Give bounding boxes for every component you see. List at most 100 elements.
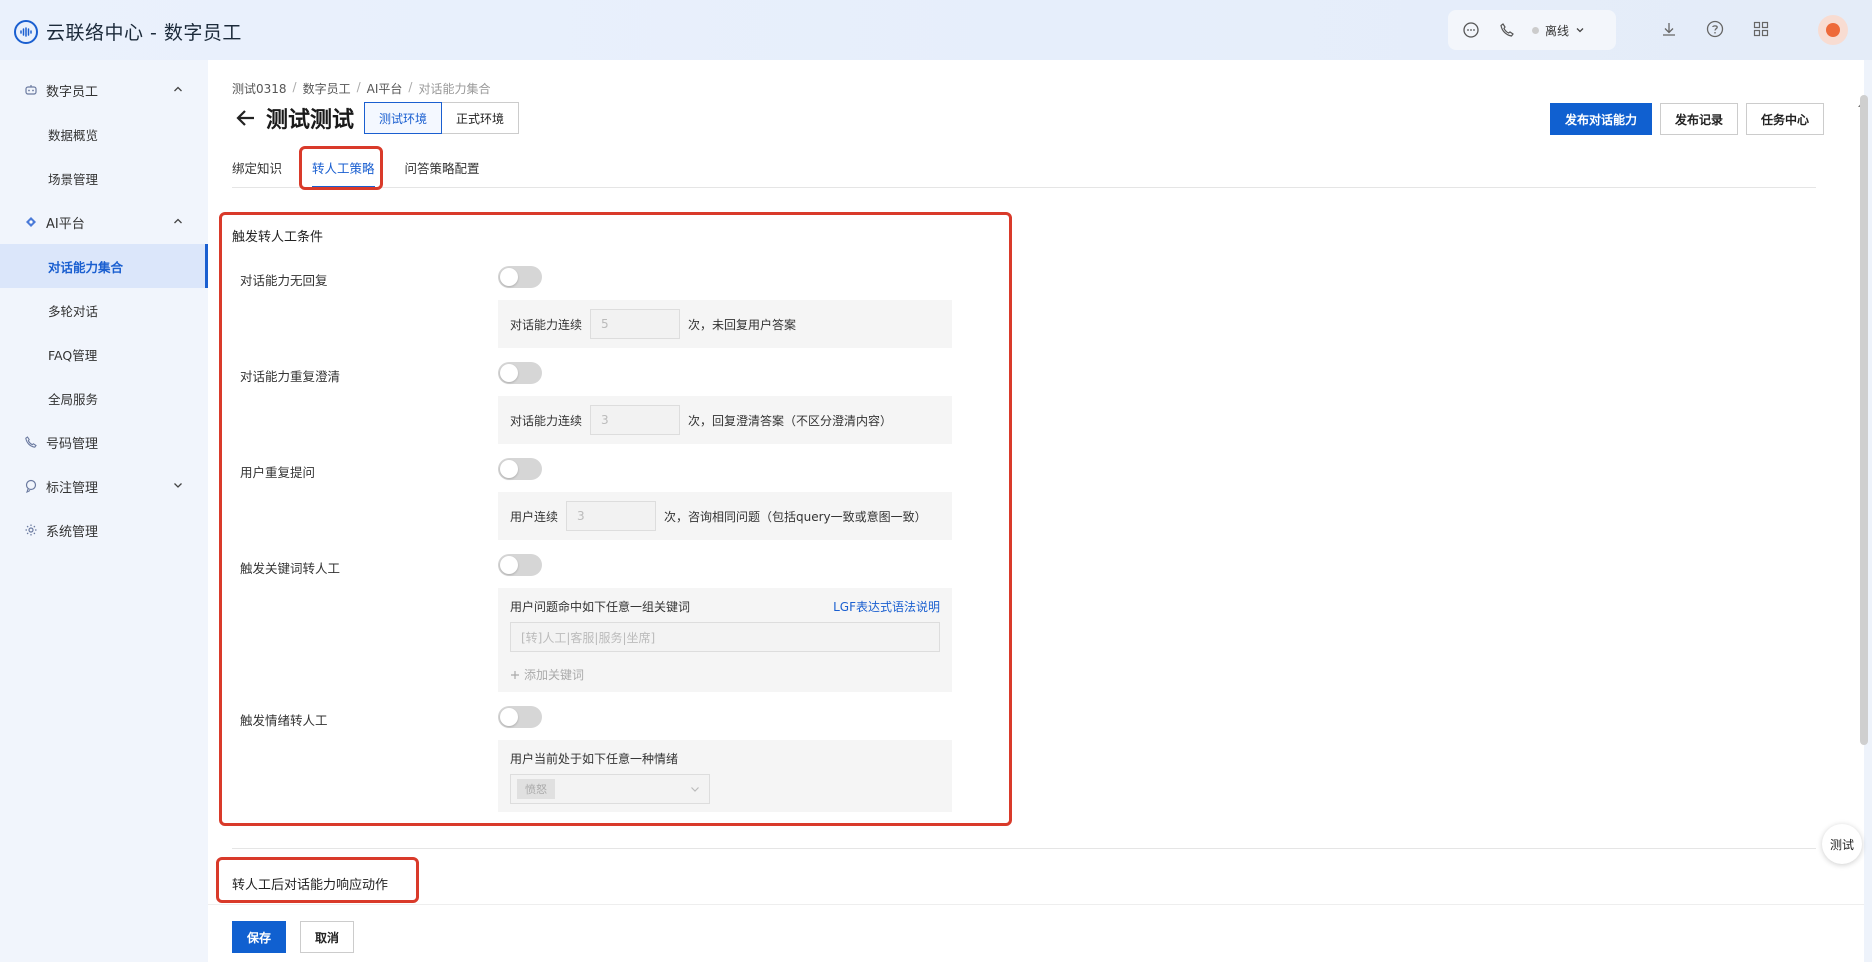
- chevron-up-icon: [174, 218, 182, 224]
- scrollbar[interactable]: [1860, 95, 1868, 745]
- back-arrow-icon[interactable]: [232, 104, 260, 132]
- repeat-question-panel: 用户连续 3 次，咨询相同问题（包括query一致或意图一致）: [498, 492, 952, 540]
- emotion-desc: 用户当前处于如下任意一种情绪: [510, 752, 679, 766]
- keyword-panel: 用户问题命中如下任意一组关键词 LGF表达式语法说明 [转]人工|客服|服务|坐…: [498, 588, 952, 692]
- tag-icon: [24, 479, 38, 493]
- sidebar-item-global-service[interactable]: 全局服务: [0, 376, 208, 420]
- top-bar: 云联络中心 - 数字员工 离线: [0, 0, 1872, 60]
- sidebar-group-digital-staff[interactable]: 数字员工: [0, 68, 208, 112]
- floating-test-button[interactable]: 测试: [1822, 824, 1862, 864]
- emotion-select[interactable]: 愤怒: [510, 774, 710, 804]
- footer-bar: 保存 取消: [208, 904, 1864, 962]
- cancel-button[interactable]: 取消: [300, 921, 355, 953]
- env-prod-button[interactable]: 正式环境: [442, 102, 520, 134]
- sidebar-item-faq[interactable]: FAQ管理: [0, 332, 208, 376]
- top-actions: 发布对话能力 发布记录 任务中心: [1549, 103, 1824, 135]
- cond-label-repeat-question: 用户重复提问: [240, 465, 316, 480]
- status-dot: [1532, 26, 1539, 34]
- add-keyword-button[interactable]: 添加关键词: [510, 666, 584, 683]
- tab-bind-knowledge[interactable]: 绑定知识: [232, 152, 282, 188]
- lgf-syntax-link[interactable]: LGF表达式语法说明: [833, 598, 940, 615]
- breadcrumb-item[interactable]: 测试0318: [232, 80, 287, 97]
- no-reply-count-input[interactable]: 5: [590, 309, 681, 339]
- repeat-clarify-count-input[interactable]: 3: [590, 405, 681, 435]
- sidebar-item-dialog-capability[interactable]: 对话能力集合: [0, 244, 208, 288]
- repeat-question-prefix: 用户连续: [510, 509, 559, 524]
- title-row: 测试测试 测试环境 正式环境: [232, 102, 520, 134]
- sidebar-group-ai-platform[interactable]: AI平台: [0, 200, 208, 244]
- right-icons: [1658, 18, 1772, 40]
- sidebar: 数字员工 数据概览 场景管理 AI平台 对话能力集合 多轮对话 FAQ管理 全局…: [0, 60, 208, 962]
- section-divider: [232, 848, 1816, 849]
- sidebar-group-system[interactable]: 系统管理: [0, 508, 208, 552]
- repeat-clarify-prefix: 对话能力连续: [510, 413, 583, 428]
- status-label: 离线: [1545, 23, 1570, 38]
- gear-icon: [24, 523, 38, 537]
- no-reply-panel: 对话能力连续 5 次，未回复用户答案: [498, 300, 952, 348]
- breadcrumb: 测试0318 / 数字员工 / AI平台 / 对话能力集合: [232, 80, 491, 97]
- phone-icon[interactable]: [1496, 19, 1518, 41]
- publish-button[interactable]: 发布对话能力: [1549, 103, 1652, 135]
- emotion-tag: 愤怒: [517, 779, 555, 799]
- chat-icon[interactable]: [1460, 19, 1482, 41]
- ai-icon: [24, 215, 38, 229]
- toggle-emotion[interactable]: [498, 706, 542, 728]
- sidebar-item-multi-turn[interactable]: 多轮对话: [0, 288, 208, 332]
- chevron-down-icon: [1576, 28, 1584, 33]
- toggle-repeat-question[interactable]: [498, 458, 542, 480]
- main-content: 测试0318 / 数字员工 / AI平台 / 对话能力集合 测试测试 测试环境 …: [208, 60, 1864, 962]
- download-icon[interactable]: [1658, 18, 1680, 40]
- env-test-button[interactable]: 测试环境: [364, 102, 443, 134]
- sidebar-group-label: 系统管理: [46, 524, 99, 540]
- tab-bar: 绑定知识 转人工策略 问答策略配置: [232, 152, 1816, 188]
- publish-log-button[interactable]: 发布记录: [1659, 103, 1738, 135]
- task-center-button[interactable]: 任务中心: [1745, 103, 1824, 135]
- sidebar-group-number-management[interactable]: 号码管理: [0, 420, 208, 464]
- top-tools: 离线: [1448, 10, 1616, 50]
- sidebar-group-label: 号码管理: [46, 436, 99, 452]
- chevron-down-icon: [174, 483, 182, 488]
- no-reply-suffix: 次，未回复用户答案: [688, 317, 797, 332]
- cond-label-repeat-clarify: 对话能力重复澄清: [240, 369, 341, 384]
- repeat-clarify-suffix: 次，回复澄清答案（不区分澄清内容）: [688, 413, 893, 428]
- repeat-question-suffix: 次，咨询相同问题（包括query一致或意图一致）: [664, 509, 927, 524]
- cond-label-no-reply: 对话能力无回复: [240, 273, 328, 288]
- section-title-trigger: 触发转人工条件: [232, 230, 324, 245]
- grid-icon[interactable]: [1750, 18, 1772, 40]
- save-button[interactable]: 保存: [232, 921, 287, 953]
- no-reply-prefix: 对话能力连续: [510, 317, 583, 332]
- sidebar-item-data-overview[interactable]: 数据概览: [0, 112, 208, 156]
- avatar[interactable]: [1818, 15, 1848, 45]
- breadcrumb-item[interactable]: AI平台: [367, 80, 403, 97]
- tab-transfer-strategy[interactable]: 转人工策略: [312, 152, 375, 188]
- add-keyword-label: 添加关键词: [524, 668, 585, 682]
- tab-qa-strategy[interactable]: 问答策略配置: [405, 152, 480, 188]
- repeat-question-count-input[interactable]: 3: [566, 501, 657, 531]
- help-icon[interactable]: [1704, 18, 1726, 40]
- sidebar-group-label: 标注管理: [46, 480, 99, 496]
- cond-label-emotion: 触发情绪转人工: [240, 713, 328, 728]
- chevron-up-icon: [174, 86, 182, 92]
- sidebar-item-scene-management[interactable]: 场景管理: [0, 156, 208, 200]
- plus-icon: [511, 670, 519, 679]
- sidebar-group-label: 数字员工: [46, 84, 99, 100]
- toggle-no-reply[interactable]: [498, 266, 542, 288]
- repeat-clarify-panel: 对话能力连续 3 次，回复澄清答案（不区分澄清内容）: [498, 396, 952, 444]
- emotion-panel: 用户当前处于如下任意一种情绪 愤怒: [498, 740, 952, 812]
- sidebar-group-annotation[interactable]: 标注管理: [0, 464, 208, 508]
- app-title: 云联络中心 - 数字员工: [46, 22, 242, 44]
- toggle-repeat-clarify[interactable]: [498, 362, 542, 384]
- robot-icon: [24, 83, 38, 97]
- app-logo: 云联络中心 - 数字员工: [14, 18, 242, 45]
- sidebar-group-label: AI平台: [46, 216, 85, 232]
- breadcrumb-item[interactable]: 数字员工: [303, 80, 351, 97]
- status-selector[interactable]: 离线: [1532, 22, 1585, 39]
- keyword-desc: 用户问题命中如下任意一组关键词: [510, 600, 691, 614]
- cond-label-keyword: 触发关键词转人工: [240, 561, 341, 576]
- breadcrumb-current: 对话能力集合: [418, 82, 491, 96]
- phone-icon: [24, 435, 38, 449]
- keyword-input[interactable]: [转]人工|客服|服务|坐席]: [510, 622, 940, 652]
- toggle-keyword[interactable]: [498, 554, 542, 576]
- page-title: 测试测试: [266, 108, 355, 133]
- headset-icon: [14, 19, 38, 44]
